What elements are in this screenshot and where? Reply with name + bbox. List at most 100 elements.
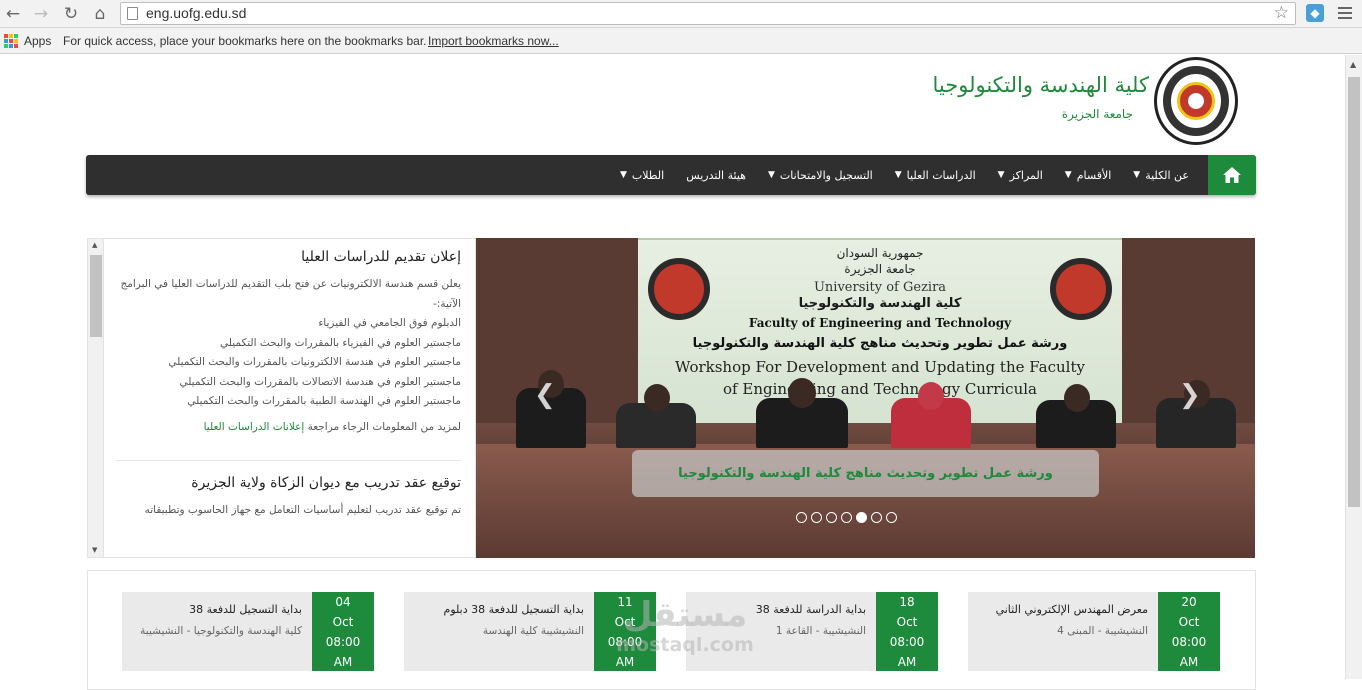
forward-arrow-icon[interactable]: → [30, 3, 52, 25]
event-date-badge: 04 Oct 08:00 AM [312, 592, 374, 671]
back-arrow-icon[interactable]: ← [2, 3, 24, 25]
slider-dot[interactable] [811, 512, 822, 523]
news-more: لمزيد من المعلومات الرجاء مراجعة إعلانات… [116, 421, 461, 433]
event-title[interactable]: بداية التسجيل للدفعة 38 دبلوم [444, 603, 584, 616]
nav-item[interactable]: الأقسام ▼ [1054, 169, 1123, 182]
event-card[interactable]: 04 Oct 08:00 AM بداية التسجيل للدفعة 38 … [122, 592, 374, 671]
slider-next-icon[interactable]: ❯ [1179, 380, 1201, 410]
url-text[interactable]: eng.uofg.edu.sd [146, 5, 246, 21]
event-ampm: AM [615, 655, 635, 669]
news-line: يعلن قسم هندسة الالكترونيات عن فتح بلب ا… [120, 278, 461, 310]
page-icon [127, 7, 138, 20]
news-line: ماجستير العلوم في هندسة الاتصالات بالمقر… [179, 375, 461, 388]
apps-label[interactable]: Apps [24, 34, 51, 48]
event-title[interactable]: بداية الدراسة للدفعة 38 [756, 603, 866, 616]
event-day: 20 [1181, 595, 1197, 609]
house-icon [1223, 167, 1241, 183]
event-time: 08:00 [1171, 635, 1207, 649]
event-date-badge: 20 Oct 08:00 AM [1158, 592, 1220, 671]
event-month: Oct [332, 615, 354, 629]
nav-item[interactable]: المراكز ▼ [987, 169, 1054, 182]
slider-dot[interactable] [871, 512, 882, 523]
image-slider[interactable]: جمهورية السودان جامعة الجزيرة University… [476, 238, 1255, 558]
event-date-badge: 18 Oct 08:00 AM [876, 592, 938, 671]
site-title[interactable]: كلية الهندسة والتكنولوجيا [933, 73, 1149, 97]
person-head [644, 384, 670, 412]
slider-dot[interactable] [886, 512, 897, 523]
event-title[interactable]: معرض المهندس الإلكتروني الثاني [996, 603, 1148, 616]
scroll-thumb[interactable] [1348, 77, 1360, 507]
chevron-down-icon: ▼ [767, 170, 775, 180]
import-bookmarks-link[interactable]: Import bookmarks now... [428, 34, 559, 48]
web-page: كلية الهندسة والتكنولوجيا جامعة الجزيرة … [0, 55, 1362, 690]
nav-item-label: الدراسات العليا [906, 168, 976, 182]
news-divider [116, 459, 461, 461]
scroll-down-icon[interactable]: ▼ [92, 546, 97, 554]
bookmarks-bar: Apps For quick access, place your bookma… [0, 28, 1362, 54]
news-panel: ▲ ▼ إعلان تقديم للدراسات العليا يعلن قسم… [87, 238, 476, 558]
home-button[interactable] [1208, 155, 1256, 195]
slider-prev-icon[interactable]: ❮ [534, 380, 556, 410]
scroll-up-icon[interactable]: ▲ [92, 241, 97, 249]
reload-icon[interactable]: ↻ [60, 3, 82, 25]
nav-item[interactable]: الطلاب ▼ [609, 169, 675, 182]
slider-dot[interactable] [856, 512, 867, 523]
news-title[interactable]: إعلان تقديم للدراسات العليا [116, 249, 461, 265]
apps-grid-icon[interactable] [4, 34, 18, 48]
news-second-title[interactable]: توقيع عقد تدريب مع ديوان الزكاة ولاية ال… [116, 475, 461, 491]
event-time: 08:00 [889, 635, 925, 649]
events-strip: 04 Oct 08:00 AM بداية التسجيل للدفعة 38 … [87, 570, 1256, 690]
nav-item[interactable]: عن الكلية ▼ [1122, 169, 1200, 182]
university-logo[interactable] [1154, 57, 1238, 145]
nav-item-label: هيئة التدريس [686, 168, 746, 182]
event-title[interactable]: بداية التسجيل للدفعة 38 [189, 603, 302, 616]
address-bar[interactable]: eng.uofg.edu.sd ☆ [120, 2, 1296, 25]
home-icon[interactable]: ⌂ [89, 3, 111, 25]
page-scrollbar[interactable]: ▲ [1345, 55, 1362, 679]
nav-item[interactable]: هيئة التدريس [675, 169, 757, 182]
menu-icon[interactable] [1336, 4, 1354, 22]
news-scrollbar[interactable]: ▲ ▼ [88, 239, 104, 557]
event-location: النشيشيبة كلية الهندسة [482, 625, 584, 637]
slider-dots [796, 512, 897, 523]
event-time: 08:00 [325, 635, 361, 649]
event-day: 18 [899, 595, 915, 609]
slider-dot[interactable] [841, 512, 852, 523]
event-day: 11 [617, 595, 633, 609]
slider-caption[interactable]: ورشة عمل تطوير وتحديث مناهج كلية الهندسة… [632, 450, 1099, 497]
browser-toolbar: ← → ↻ ⌂ eng.uofg.edu.sd ☆ ◆ [0, 0, 1362, 28]
site-subtitle: جامعة الجزيرة [1061, 107, 1133, 121]
person-head [1064, 384, 1090, 412]
news-line: ماجستير العلوم في الهندسة الطبية بالمقرر… [187, 395, 461, 407]
nav-item-label: الأقسام [1076, 168, 1112, 182]
news-line: ماجستير العلوم في هندسة الالكترونيات بال… [168, 356, 461, 368]
nav-item-label: التسجيل والامتحانات [779, 168, 873, 182]
news-second-text: تم توقيع عقد تدريب لتعليم أساسيات التعام… [144, 503, 461, 516]
slider-dot[interactable] [826, 512, 837, 523]
extension-icon[interactable]: ◆ [1306, 4, 1324, 22]
event-date-badge: 11 Oct 08:00 AM [594, 592, 656, 671]
event-card[interactable]: 18 Oct 08:00 AM بداية الدراسة للدفعة 38 … [686, 592, 938, 671]
event-location: النشيشيبة - القاعة 1 [775, 625, 866, 637]
bookmark-star-icon[interactable]: ☆ [1274, 3, 1289, 23]
logo-center [1188, 93, 1204, 109]
scroll-thumb[interactable] [90, 255, 102, 337]
scroll-up-icon[interactable]: ▲ [1350, 60, 1356, 69]
chevron-down-icon: ▼ [997, 170, 1005, 180]
chevron-down-icon: ▼ [1064, 170, 1072, 180]
event-month: Oct [896, 615, 918, 629]
postgraduate-announcements-link[interactable]: إعلانات الدراسات العليا [204, 421, 305, 433]
nav-item[interactable]: الدراسات العليا ▼ [884, 169, 987, 182]
banner-line: University of Gezira [813, 280, 947, 295]
slider-dot[interactable] [796, 512, 807, 523]
nav-item[interactable]: التسجيل والامتحانات ▼ [757, 169, 884, 182]
news-body: إعلان تقديم للدراسات العليا يعلن قسم هند… [116, 239, 461, 520]
event-ampm: AM [897, 655, 917, 669]
banner-line: جامعة الجزيرة [844, 262, 916, 276]
event-ampm: AM [1179, 655, 1199, 669]
nav-item-label: عن الكلية [1145, 168, 1189, 182]
event-card[interactable]: 11 Oct 08:00 AM بداية التسجيل للدفعة 38 … [404, 592, 656, 671]
nav-items: عن الكلية ▼ الأقسام ▼ المراكز ▼ الدراسات العلي… [609, 155, 1200, 195]
person-head [788, 378, 816, 408]
event-card[interactable]: 20 Oct 08:00 AM معرض المهندس الإلكتروني … [968, 592, 1220, 671]
